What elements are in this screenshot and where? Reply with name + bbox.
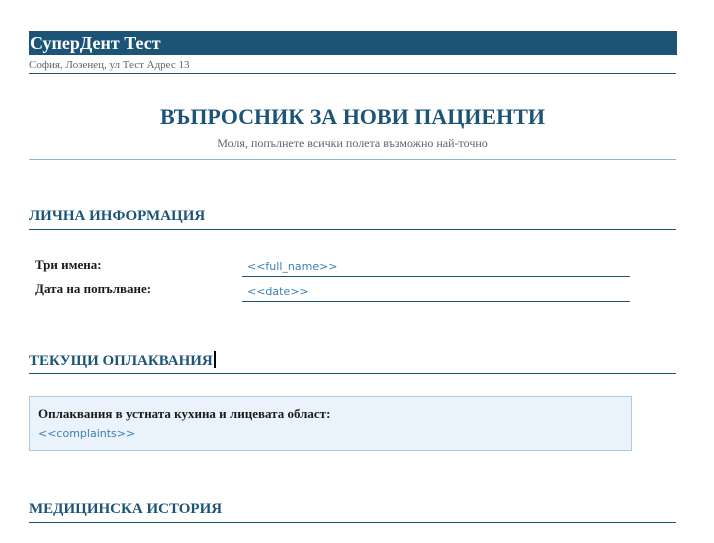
- section-divider-medical-history: [29, 522, 676, 523]
- section-divider-complaints: [29, 373, 676, 374]
- section-divider-personal: [29, 229, 676, 230]
- date-field[interactable]: <<date>>: [242, 280, 630, 302]
- complaints-box[interactable]: Оплаквания в устната кухина и лицевата о…: [29, 396, 632, 451]
- complaints-label: Оплаквания в устната кухина и лицевата о…: [38, 406, 331, 421]
- section-heading-complaints[interactable]: ТЕКУЩИ ОПЛАКВАНИЯ: [29, 351, 216, 370]
- title-divider: [29, 159, 676, 160]
- full-name-label: Три имена:: [35, 257, 102, 272]
- clinic-address: София, Лозенец, ул Тест Адрес 13: [29, 59, 190, 71]
- section-heading-complaints-text: ТЕКУЩИ ОПЛАКВАНИЯ: [29, 353, 213, 369]
- header-divider: [29, 73, 676, 74]
- form-title: ВЪПРОСНИК ЗА НОВИ ПАЦИЕНТИ: [159, 104, 545, 129]
- section-heading-medical-history: МЕДИЦИНСКА ИСТОРИЯ: [29, 501, 223, 517]
- complaints-placeholder: <<complaints>>: [38, 427, 136, 440]
- date-placeholder: <<date>>: [247, 285, 309, 298]
- full-name-field[interactable]: <<full_name>>: [242, 255, 630, 277]
- date-label: Дата на попълване:: [35, 281, 152, 296]
- full-name-placeholder: <<full_name>>: [247, 260, 338, 273]
- form-subtitle: Моля, попълнете всички полета възможно н…: [217, 136, 488, 150]
- clinic-header-bar: СуперДент Тест: [29, 31, 677, 55]
- text-cursor: [213, 351, 216, 368]
- section-heading-personal: ЛИЧНА ИНФОРМАЦИЯ: [29, 208, 206, 224]
- clinic-name: СуперДент Тест: [30, 33, 161, 53]
